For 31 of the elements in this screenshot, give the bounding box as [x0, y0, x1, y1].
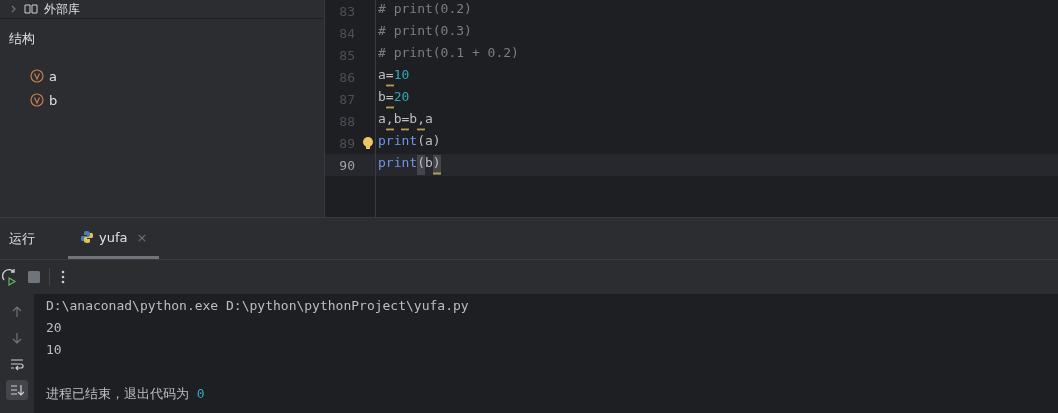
code-line: a=10	[376, 67, 410, 87]
rerun-icon[interactable]	[1, 268, 19, 286]
console-line: D:\anaconad\python.exe D:\python\pythonProject\yufa.py	[46, 297, 470, 315]
console-line: 10	[46, 341, 63, 359]
console-line: 进程已结束，退出代码为 0	[46, 385, 206, 403]
python-icon	[80, 230, 94, 244]
soft-wrap-icon[interactable]	[10, 357, 24, 371]
code-line: print(b)	[376, 155, 441, 175]
code-line: # print(0.2)	[377, 1, 472, 18]
console-line: 20	[46, 319, 63, 337]
tree-item-label: 外部库	[44, 0, 80, 18]
panel-title: 运行	[8, 229, 36, 248]
code-line: b=20	[376, 89, 410, 109]
chevron-icon[interactable]	[10, 5, 18, 13]
structure-item[interactable]: a	[49, 68, 57, 84]
code-line: print(a)	[377, 133, 441, 150]
library-icon	[24, 3, 38, 15]
code-line: # print(0.1 + 0.2)	[377, 45, 519, 62]
stop-icon[interactable]	[27, 270, 41, 284]
down-icon[interactable]	[10, 331, 24, 345]
code-line: # print(0.3)	[377, 23, 472, 40]
structure-item[interactable]: b	[49, 92, 58, 108]
lightbulb-icon[interactable]	[361, 137, 374, 149]
line-number: 90	[338, 156, 356, 175]
variable-icon	[30, 69, 44, 83]
up-icon[interactable]	[10, 305, 24, 319]
tree-item[interactable]: 外部库	[0, 0, 324, 19]
code-line: a,b=b,a	[376, 111, 433, 131]
variable-icon	[30, 93, 44, 107]
scroll-to-end-icon[interactable]	[10, 383, 24, 397]
panel-title: 结构	[8, 30, 36, 48]
